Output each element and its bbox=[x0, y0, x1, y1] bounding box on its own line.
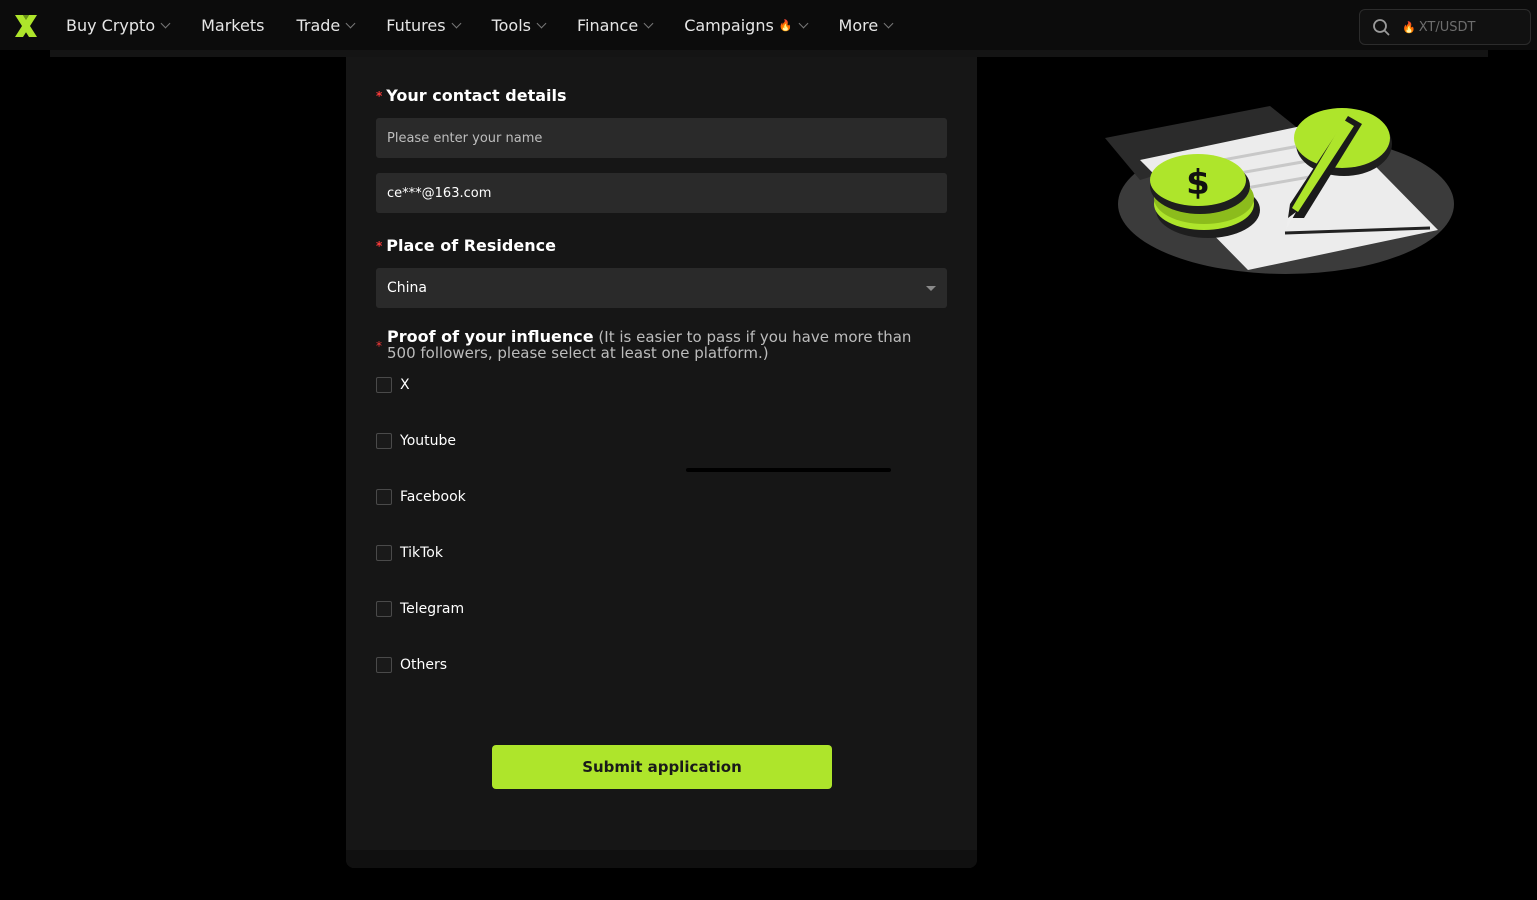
svg-text:$: $ bbox=[1186, 163, 1210, 203]
residence-selected-value: China bbox=[387, 280, 427, 296]
platform-label: Telegram bbox=[400, 601, 465, 617]
contact-details-label: * Your contact details bbox=[376, 86, 567, 105]
decorative-bar bbox=[686, 468, 891, 472]
nav-item-label: Campaigns bbox=[684, 15, 774, 35]
checkbox[interactable] bbox=[376, 489, 392, 505]
nav-item-more[interactable]: More bbox=[838, 15, 894, 35]
platform-option-x[interactable]: X bbox=[376, 376, 410, 394]
nav-item-label: Markets bbox=[201, 15, 265, 35]
search-icon bbox=[1373, 19, 1390, 36]
nav-item-buy-crypto[interactable]: Buy Crypto bbox=[66, 15, 171, 35]
checkbox[interactable] bbox=[376, 657, 392, 673]
nav-item-label: Trade bbox=[296, 15, 341, 35]
checkbox[interactable] bbox=[376, 433, 392, 449]
nav-item-label: Tools bbox=[491, 15, 531, 35]
email-input[interactable] bbox=[376, 173, 947, 213]
checkbox[interactable] bbox=[376, 601, 392, 617]
nav-item-label: More bbox=[838, 15, 879, 35]
chevron-down-icon bbox=[798, 18, 808, 29]
nav-item-futures[interactable]: Futures bbox=[386, 15, 462, 35]
xt-logo-icon[interactable] bbox=[12, 13, 40, 39]
platform-label: X bbox=[400, 377, 410, 393]
platform-label: Facebook bbox=[400, 489, 466, 505]
nav-item-tools[interactable]: Tools bbox=[491, 15, 547, 35]
name-input[interactable] bbox=[376, 118, 947, 158]
chevron-down-icon bbox=[883, 18, 894, 29]
chevron-down-icon bbox=[160, 18, 171, 29]
residence-select[interactable]: China bbox=[376, 268, 947, 308]
nav-item-label: Finance bbox=[576, 15, 639, 35]
chevron-down-icon bbox=[643, 18, 654, 29]
flame-icon: 🔥 bbox=[778, 18, 793, 32]
platform-label: TikTok bbox=[400, 545, 443, 561]
chevron-down-icon bbox=[451, 18, 462, 29]
residence-label: * Place of Residence bbox=[376, 236, 556, 255]
nav-item-label: Futures bbox=[386, 15, 446, 35]
platform-label: Youtube bbox=[400, 433, 456, 449]
required-marker: * bbox=[376, 238, 383, 253]
search-box[interactable]: 🔥 XT/USDT bbox=[1359, 9, 1531, 45]
required-marker: * bbox=[376, 88, 383, 103]
platform-option-others[interactable]: Others bbox=[376, 656, 447, 674]
search-placeholder: XT/USDT bbox=[1418, 19, 1476, 35]
influence-label: * Proof of your influence (It is easier … bbox=[376, 329, 936, 362]
main-nav: Buy Crypto Markets Trade Futures Tools Financ… bbox=[66, 0, 924, 50]
flame-icon: 🔥 bbox=[1402, 20, 1416, 34]
nav-divider bbox=[50, 50, 1488, 57]
checkbox[interactable] bbox=[376, 377, 392, 393]
required-marker: * bbox=[376, 339, 382, 353]
nav-item-trade[interactable]: Trade bbox=[296, 15, 356, 35]
nav-item-campaigns[interactable]: Campaigns 🔥 bbox=[684, 15, 808, 35]
platform-option-telegram[interactable]: Telegram bbox=[376, 600, 464, 618]
nav-item-label: Buy Crypto bbox=[66, 15, 156, 35]
top-navigation-bar: Buy Crypto Markets Trade Futures Tools Financ… bbox=[0, 0, 1537, 50]
platform-label: Others bbox=[400, 657, 448, 673]
form-panel-footer bbox=[346, 850, 977, 868]
checkbox[interactable] bbox=[376, 545, 392, 561]
nav-item-markets[interactable]: Markets bbox=[201, 16, 264, 35]
platform-option-youtube[interactable]: Youtube bbox=[376, 432, 456, 450]
platform-option-tiktok[interactable]: TikTok bbox=[376, 544, 443, 562]
platform-option-facebook[interactable]: Facebook bbox=[376, 488, 466, 506]
chevron-down-icon bbox=[345, 18, 356, 29]
submit-application-button[interactable]: Submit application bbox=[492, 745, 832, 789]
chevron-down-icon bbox=[536, 18, 547, 29]
nav-item-finance[interactable]: Finance bbox=[576, 15, 654, 35]
caret-down-icon bbox=[926, 286, 936, 291]
coins-document-pen-illustration: $ bbox=[1105, 106, 1454, 274]
